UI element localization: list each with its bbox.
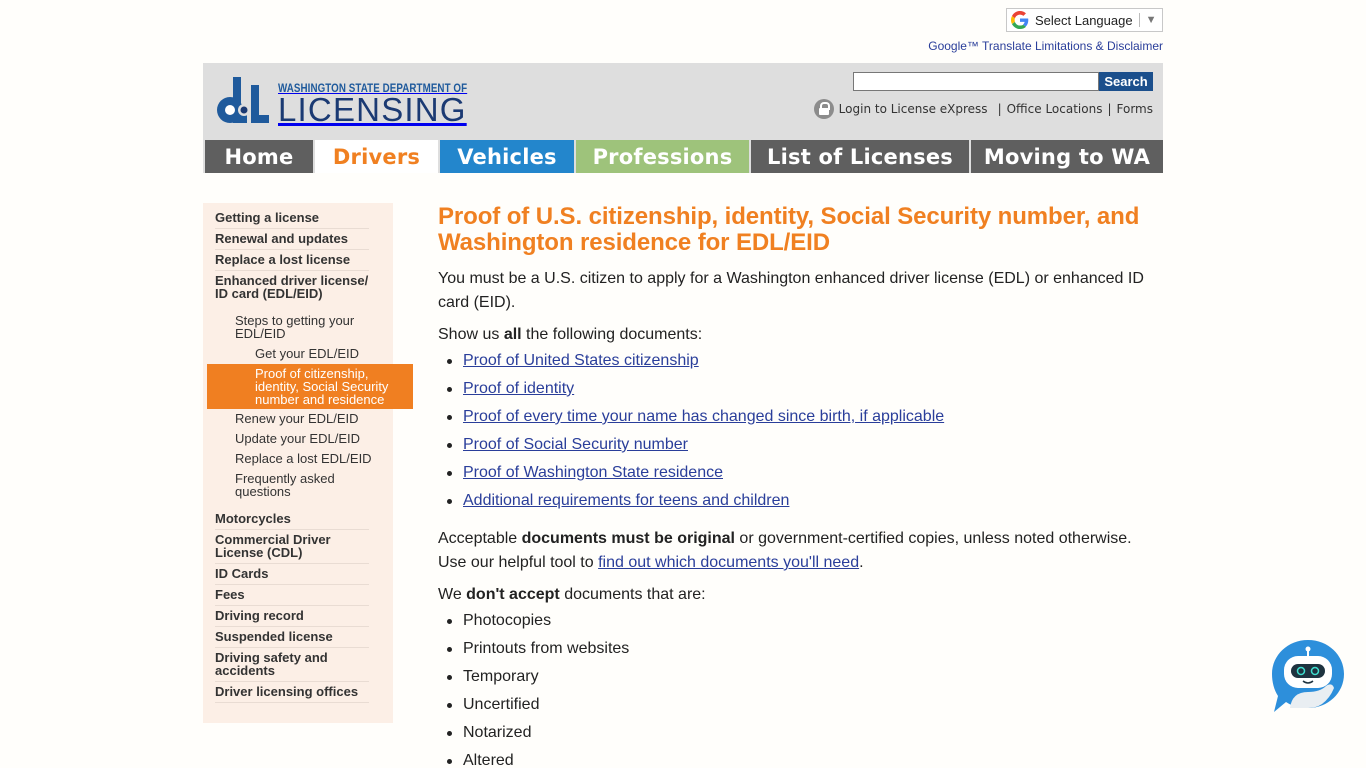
sidebar-sub-update[interactable]: Update your EDL/EID	[235, 429, 375, 449]
text: Use our helpful tool to	[438, 554, 599, 571]
link-teens-children[interactable]: Additional requirements for teens and ch…	[463, 492, 789, 509]
link-ssn[interactable]: Proof of Social Security number	[463, 436, 688, 453]
dol-logo[interactable]: WASHINGTON STATE DEPARTMENT OF LICENSING	[217, 75, 501, 128]
sidebar-item-renewal[interactable]: Renewal and updates	[215, 230, 369, 250]
text: or government-certified copies, unless n…	[734, 530, 1132, 547]
logo-subtitle: WASHINGTON STATE DEPARTMENT OF	[278, 83, 468, 95]
nav-tab-list-of-licenses[interactable]: List of Licenses	[751, 140, 969, 173]
list-item: Proof of Washington State residence	[438, 459, 1148, 487]
list-item: Proof of United States citizenship	[438, 347, 1148, 375]
sidebar-sub-proof-active[interactable]: Proof of citizenship, identity, Social S…	[207, 364, 413, 409]
nav-tab-moving-to-wa[interactable]: Moving to WA	[971, 140, 1163, 173]
sidebar-sub-renew[interactable]: Renew your EDL/EID	[235, 409, 375, 429]
select-language-dropdown[interactable]: Select Language ▼	[1006, 8, 1163, 32]
link-residence[interactable]: Proof of Washington State residence	[463, 464, 723, 481]
list-item: Proof of identity	[438, 375, 1148, 403]
sidebar-item-motorcycles[interactable]: Motorcycles	[215, 510, 369, 530]
sidebar-item-driving-record[interactable]: Driving record	[215, 607, 369, 627]
link-identity[interactable]: Proof of identity	[463, 380, 574, 397]
show-documents-text: Show us all the following documents:	[438, 323, 1148, 347]
sidebar-item-suspended[interactable]: Suspended license	[215, 628, 369, 648]
emphasis: documents must be original	[521, 530, 735, 547]
sidebar-sub-faq[interactable]: Frequently asked questions	[235, 469, 375, 502]
sidebar-sub-replace[interactable]: Replace a lost EDL/EID	[235, 449, 375, 469]
emphasis: all	[503, 326, 522, 343]
sidebar-item-replace-lost[interactable]: Replace a lost license	[215, 251, 369, 271]
sidebar-item-offices[interactable]: Driver licensing offices	[215, 683, 369, 703]
site-header: WASHINGTON STATE DEPARTMENT OF LICENSING…	[203, 63, 1163, 140]
search-input[interactable]	[853, 72, 1099, 91]
login-license-express-link[interactable]: Login to License eXpress	[839, 102, 988, 116]
list-item: Notarized	[438, 719, 1148, 747]
text: Show us	[438, 326, 504, 343]
select-language-label: Select Language	[1035, 12, 1133, 28]
sidebar-item-edl[interactable]: Enhanced driver license/ ID card (EDL/EI…	[215, 272, 369, 304]
link-name-change[interactable]: Proof of every time your name has change…	[463, 408, 944, 425]
list-item: Additional requirements for teens and ch…	[438, 487, 1148, 515]
logo-title: LICENSING	[278, 91, 467, 128]
text: Acceptable	[438, 530, 522, 547]
original-documents-text: Acceptable documents must be original or…	[438, 527, 1148, 575]
lock-icon	[813, 99, 834, 119]
required-documents-list: Proof of United States citizenship Proof…	[438, 347, 1148, 515]
nav-tab-home[interactable]: Home	[205, 140, 313, 173]
nav-tab-drivers[interactable]: Drivers	[315, 140, 438, 173]
sidebar-item-fees[interactable]: Fees	[215, 586, 369, 606]
sidebar-item-getting-license[interactable]: Getting a license	[215, 209, 369, 229]
nav-tab-professions[interactable]: Professions	[576, 140, 749, 173]
text: documents that are:	[559, 586, 706, 603]
not-accepted-text: We don't accept documents that are:	[438, 583, 1148, 607]
search-button[interactable]: Search	[1099, 72, 1153, 91]
sidebar-item-cdl[interactable]: Commercial Driver License (CDL)	[215, 531, 369, 564]
intro-text: You must be a U.S. citizen to apply for …	[438, 270, 1144, 311]
text: the following documents:	[521, 326, 703, 343]
documents-tool-link[interactable]: find out which documents you'll need	[598, 554, 859, 571]
divider: |	[1107, 102, 1112, 116]
page-title: Proof of U.S. citizenship, identity, Soc…	[438, 203, 1140, 256]
chatbot-icon	[1272, 640, 1344, 712]
not-accepted-list: Photocopies Printouts from websites Temp…	[438, 607, 1148, 768]
sidebar-sub-get[interactable]: Get your EDL/EID	[255, 344, 375, 364]
office-locations-link[interactable]: Office Locations	[1007, 102, 1103, 116]
list-item: Photocopies	[438, 607, 1148, 635]
sidebar-sub-steps[interactable]: Steps to getting your EDL/EID	[235, 311, 375, 344]
divider	[1138, 13, 1140, 27]
main-nav: Home Drivers Vehicles Professions List o…	[203, 140, 1163, 173]
sidebar-item-id-cards[interactable]: ID Cards	[215, 565, 369, 585]
list-item: Temporary	[438, 663, 1148, 691]
list-item: Altered	[438, 747, 1148, 768]
list-item: Proof of Social Security number	[438, 431, 1148, 459]
translate-disclaimer-link[interactable]: Google™ Translate Limitations & Disclaim…	[928, 39, 1163, 53]
nav-tab-vehicles[interactable]: Vehicles	[440, 140, 574, 173]
search-form: Search	[853, 72, 1153, 91]
text: .	[859, 554, 864, 571]
list-item: Uncertified	[438, 691, 1148, 719]
divider: |	[997, 102, 1002, 116]
list-item: Proof of every time your name has change…	[438, 403, 1148, 431]
dropdown-arrow-icon: ▼	[1145, 14, 1157, 26]
utility-links: Login to License eXpress | Office Locati…	[813, 99, 1153, 119]
emphasis: don't accept	[466, 586, 560, 603]
google-icon	[1011, 11, 1029, 29]
sidebar-item-safety[interactable]: Driving safety and accidents	[215, 649, 369, 682]
list-item: Printouts from websites	[438, 635, 1148, 663]
link-citizenship[interactable]: Proof of United States citizenship	[463, 352, 699, 369]
dol-logo-icon	[217, 77, 269, 123]
text: We	[438, 586, 467, 603]
chatbot-button[interactable]	[1270, 638, 1346, 714]
sidebar-nav: Getting a license Renewal and updates Re…	[203, 203, 413, 723]
main-content: Proof of U.S. citizenship, identity, Soc…	[438, 204, 1148, 768]
forms-link[interactable]: Forms	[1117, 102, 1153, 116]
